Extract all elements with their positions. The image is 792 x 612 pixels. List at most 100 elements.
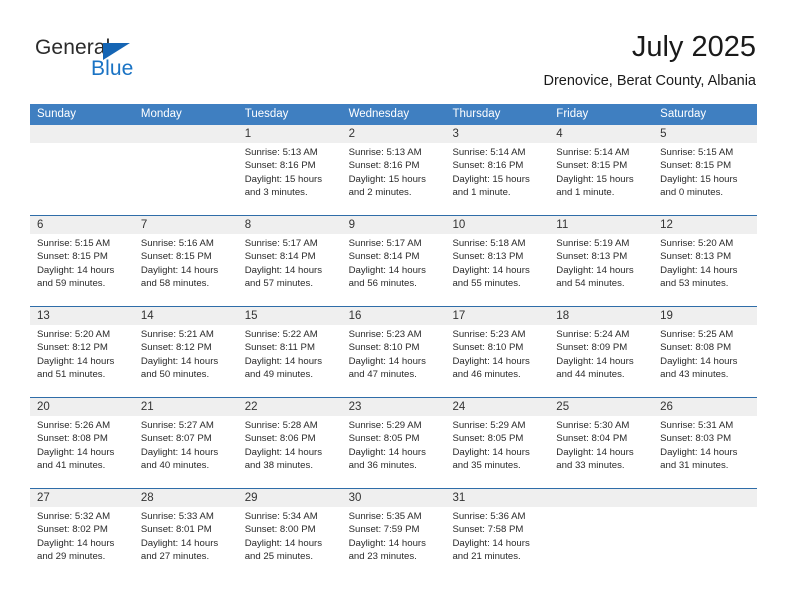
day-sunrise-text: Sunrise: 5:33 AM (140, 511, 214, 522)
day-number[interactable]: 17 (445, 307, 549, 325)
day-cell[interactable]: Sunrise: 5:24 AM Sunset: 8:09 PM Daylight:… (549, 325, 653, 397)
day-sunset-text: Sunset: 8:03 PM (660, 433, 732, 445)
day-number[interactable]: 31 (445, 489, 549, 507)
day-number[interactable]: 26 (653, 398, 757, 416)
day-number-empty (549, 489, 653, 507)
day-cell-empty (134, 143, 238, 215)
day-cell[interactable]: Sunrise: 5:26 AM Sunset: 8:08 PM Daylight:… (30, 416, 134, 488)
day-cell[interactable]: Sunrise: 5:29 AM Sunset: 8:05 PM Daylight:… (445, 416, 549, 488)
day-number[interactable]: 20 (30, 398, 134, 416)
day-sunrise-text: Sunrise: 5:29 AM (348, 420, 422, 431)
day-cell[interactable]: Sunrise: 5:19 AM Sunset: 8:13 PM Daylight:… (549, 234, 653, 306)
day-number[interactable]: 14 (134, 307, 238, 325)
calendar-grid: Sunday Monday Tuesday Wednesday Thursday Frid… (30, 104, 757, 579)
day-number[interactable]: 7 (134, 216, 238, 234)
day-number[interactable]: 5 (653, 125, 757, 143)
day-number[interactable]: 24 (445, 398, 549, 416)
day-cell[interactable]: Sunrise: 5:35 AM Sunset: 7:59 PM Daylight:… (342, 507, 446, 579)
location-subtitle: Drenovice, Berat County, Albania (543, 73, 756, 89)
day-daylight-line-text: and 58 minutes. (140, 277, 210, 289)
day-number[interactable]: 27 (30, 489, 134, 507)
calendar-weeks: 1 2 3 4 5 Sunrise: 5:13 AM Sunset: 8:16 PM Dayl… (30, 125, 757, 579)
day-number[interactable]: 15 (238, 307, 342, 325)
day-daylight-line-text: and 50 minutes. (140, 368, 210, 380)
day-number[interactable]: 2 (342, 125, 446, 143)
day-sunset-text: Sunset: 8:14 PM (348, 251, 420, 263)
day-sunset-text: Sunset: 8:15 PM (140, 251, 212, 263)
day-number[interactable]: 25 (549, 398, 653, 416)
week-day-detail-band: Sunrise: 5:20 AM Sunset: 8:12 PM Daylight:… (30, 325, 757, 397)
day-cell[interactable]: Sunrise: 5:20 AM Sunset: 8:13 PM Daylight:… (653, 234, 757, 306)
day-number[interactable]: 3 (445, 125, 549, 143)
day-number[interactable]: 22 (238, 398, 342, 416)
day-sunrise-text: Sunrise: 5:17 AM (244, 238, 318, 249)
day-daylight-line-text: Daylight: 14 hours (348, 446, 426, 458)
day-cell[interactable]: Sunrise: 5:36 AM Sunset: 7:58 PM Daylight:… (445, 507, 549, 579)
day-number[interactable]: 16 (342, 307, 446, 325)
day-cell[interactable]: Sunrise: 5:33 AM Sunset: 8:01 PM Daylight:… (134, 507, 238, 579)
day-number[interactable]: 8 (238, 216, 342, 234)
day-cell[interactable]: Sunrise: 5:18 AM Sunset: 8:13 PM Daylight:… (445, 234, 549, 306)
day-cell[interactable]: Sunrise: 5:23 AM Sunset: 8:10 PM Daylight:… (445, 325, 549, 397)
day-number[interactable]: 4 (549, 125, 653, 143)
day-number[interactable]: 6 (30, 216, 134, 234)
day-cell[interactable]: Sunrise: 5:23 AM Sunset: 8:10 PM Daylight:… (342, 325, 446, 397)
day-number[interactable]: 11 (549, 216, 653, 234)
day-cell[interactable]: Sunrise: 5:31 AM Sunset: 8:03 PM Daylight:… (653, 416, 757, 488)
day-daylight-line-text: and 46 minutes. (452, 368, 521, 380)
weekday-header-saturday: Saturday (660, 108, 707, 120)
week-day-number-band: 27 28 29 30 31 (30, 489, 757, 507)
day-number[interactable]: 10 (445, 216, 549, 234)
day-number[interactable]: 29 (238, 489, 342, 507)
weekday-header-thursday: Thursday (452, 108, 501, 120)
day-daylight-line-text: Daylight: 14 hours (452, 446, 530, 458)
day-sunrise-text: Sunrise: 5:18 AM (452, 238, 526, 249)
day-number[interactable]: 30 (342, 489, 446, 507)
day-number[interactable]: 21 (134, 398, 238, 416)
day-cell[interactable]: Sunrise: 5:17 AM Sunset: 8:14 PM Daylight:… (238, 234, 342, 306)
day-sunrise-text: Sunrise: 5:34 AM (244, 511, 318, 522)
day-sunrise-text: Sunrise: 5:21 AM (140, 329, 214, 340)
day-cell[interactable]: Sunrise: 5:15 AM Sunset: 8:15 PM Daylight:… (653, 143, 757, 215)
day-number[interactable]: 13 (30, 307, 134, 325)
day-sunrise-text: Sunrise: 5:23 AM (452, 329, 526, 340)
day-daylight-line-text: Daylight: 14 hours (556, 446, 634, 458)
day-cell[interactable]: Sunrise: 5:13 AM Sunset: 8:16 PM Daylight:… (238, 143, 342, 215)
week-day-detail-band: Sunrise: 5:15 AM Sunset: 8:15 PM Daylight:… (30, 234, 757, 306)
day-cell[interactable]: Sunrise: 5:30 AM Sunset: 8:04 PM Daylight:… (549, 416, 653, 488)
day-cell[interactable]: Sunrise: 5:21 AM Sunset: 8:12 PM Daylight:… (134, 325, 238, 397)
day-cell[interactable]: Sunrise: 5:27 AM Sunset: 8:07 PM Daylight:… (134, 416, 238, 488)
day-cell-empty (653, 507, 757, 579)
day-cell[interactable]: Sunrise: 5:25 AM Sunset: 8:08 PM Daylight:… (653, 325, 757, 397)
day-daylight-line-text: and 21 minutes. (452, 550, 521, 562)
day-sunrise-text: Sunrise: 5:32 AM (37, 511, 111, 522)
day-cell[interactable]: Sunrise: 5:16 AM Sunset: 8:15 PM Daylight:… (134, 234, 238, 306)
day-cell[interactable]: Sunrise: 5:20 AM Sunset: 8:12 PM Daylight:… (30, 325, 134, 397)
day-number[interactable]: 12 (653, 216, 757, 234)
day-cell[interactable]: Sunrise: 5:28 AM Sunset: 8:06 PM Daylight:… (238, 416, 342, 488)
day-number[interactable]: 9 (342, 216, 446, 234)
day-sunrise-text: Sunrise: 5:13 AM (244, 147, 318, 158)
day-number[interactable]: 1 (238, 125, 342, 143)
day-cell[interactable]: Sunrise: 5:22 AM Sunset: 8:11 PM Daylight:… (238, 325, 342, 397)
day-daylight-line-text: Daylight: 14 hours (452, 355, 530, 367)
day-daylight-line-text: and 29 minutes. (37, 550, 106, 562)
day-sunrise-text: Sunrise: 5:22 AM (244, 329, 318, 340)
day-number[interactable]: 19 (653, 307, 757, 325)
day-cell[interactable]: Sunrise: 5:29 AM Sunset: 8:05 PM Daylight:… (342, 416, 446, 488)
day-cell[interactable]: Sunrise: 5:13 AM Sunset: 8:16 PM Daylight:… (342, 143, 446, 215)
day-sunset-text: Sunset: 8:05 PM (452, 433, 524, 445)
day-cell[interactable]: Sunrise: 5:15 AM Sunset: 8:15 PM Daylight:… (30, 234, 134, 306)
day-number[interactable]: 18 (549, 307, 653, 325)
day-number[interactable]: 28 (134, 489, 238, 507)
logo-text-blue: Blue (91, 57, 134, 80)
day-number-empty (30, 125, 134, 143)
general-blue-logo[interactable]: General Blue (35, 36, 215, 86)
day-daylight-line-text: Daylight: 14 hours (244, 264, 323, 276)
day-cell[interactable]: Sunrise: 5:32 AM Sunset: 8:02 PM Daylight:… (30, 507, 134, 579)
day-cell[interactable]: Sunrise: 5:14 AM Sunset: 8:16 PM Daylight:… (445, 143, 549, 215)
day-cell[interactable]: Sunrise: 5:17 AM Sunset: 8:14 PM Daylight:… (342, 234, 446, 306)
day-number[interactable]: 23 (342, 398, 446, 416)
day-cell[interactable]: Sunrise: 5:14 AM Sunset: 8:15 PM Daylight:… (549, 143, 653, 215)
day-cell[interactable]: Sunrise: 5:34 AM Sunset: 8:00 PM Daylight:… (238, 507, 342, 579)
